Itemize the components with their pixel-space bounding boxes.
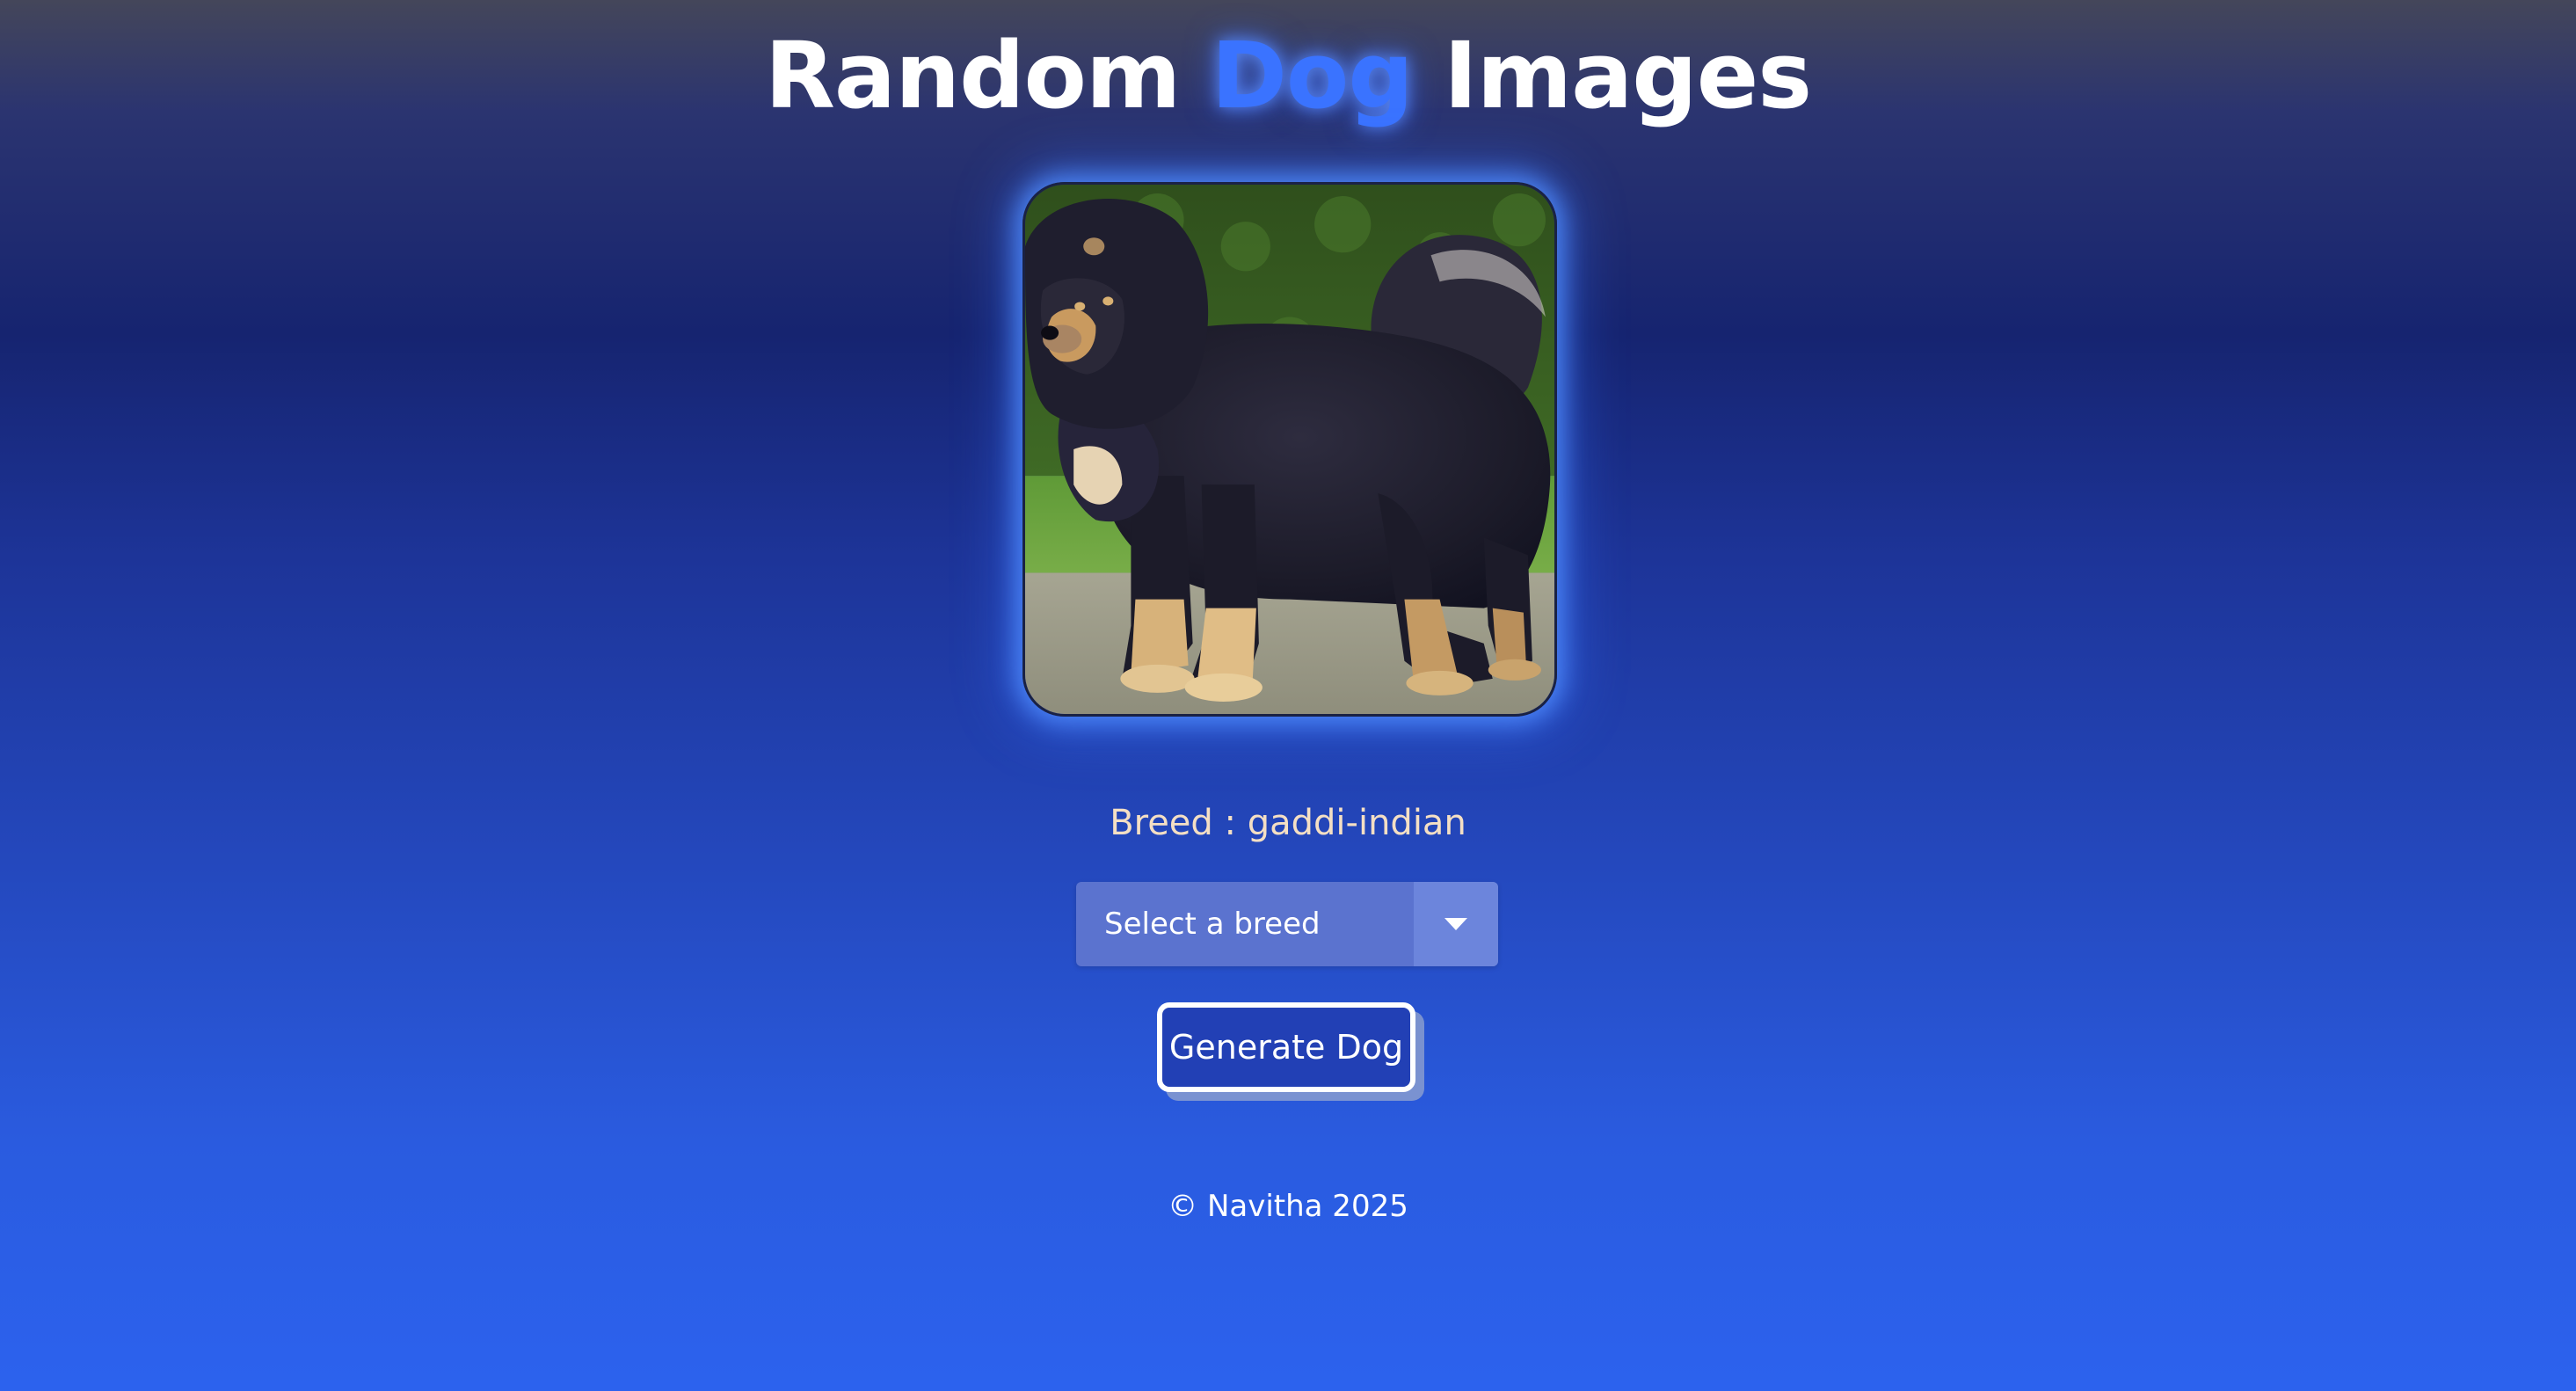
caret-down-icon: [1444, 918, 1467, 930]
breed-select-value[interactable]: Select a breed: [1076, 882, 1414, 966]
footer-text: Navitha 2025: [1206, 1189, 1408, 1224]
footer: © Navitha 2025: [0, 1182, 2576, 1231]
title-word-images: Images: [1444, 22, 1812, 129]
breed-select[interactable]: Select a breed: [1076, 882, 1498, 966]
title-word-random: Random: [764, 22, 1182, 129]
copyright-symbol: ©: [1168, 1189, 1198, 1224]
generate-dog-button[interactable]: Generate Dog: [1157, 1002, 1415, 1092]
breed-label: Breed: [1110, 803, 1213, 843]
breed-display: Breed : gaddi-indian: [0, 797, 2576, 849]
dog-photo-illustration: [1025, 185, 1554, 714]
breed-value: gaddi-indian: [1247, 803, 1466, 843]
title-word-dog: Dog: [1211, 22, 1414, 129]
dog-image: [1022, 182, 1557, 717]
breed-separator: :: [1224, 803, 1237, 843]
page-title: Random Dog Images: [0, 23, 2576, 128]
breed-select-toggle[interactable]: [1414, 882, 1498, 966]
